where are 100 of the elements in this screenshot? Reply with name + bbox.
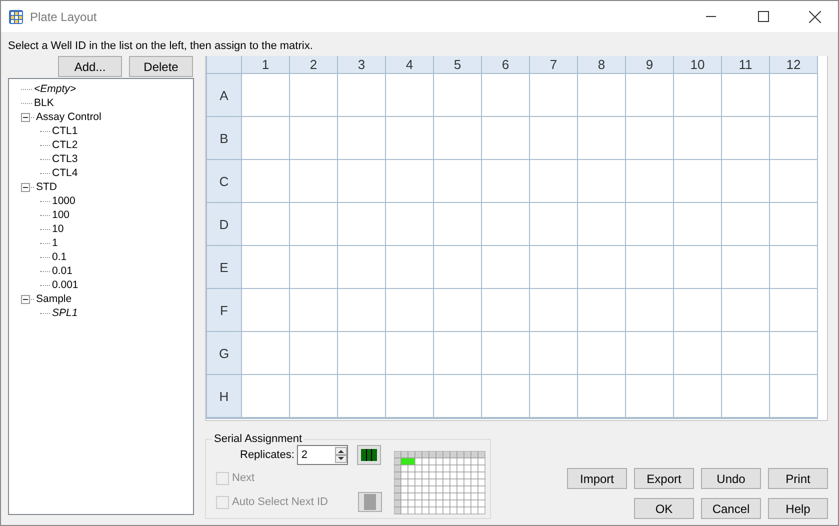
tree-item[interactable]: 0.01: [52, 265, 72, 277]
well[interactable]: [242, 160, 290, 203]
well[interactable]: [242, 246, 290, 289]
tree-item[interactable]: STD: [36, 181, 57, 193]
well[interactable]: [482, 289, 530, 332]
well[interactable]: [482, 117, 530, 160]
well[interactable]: [722, 160, 770, 203]
well[interactable]: [386, 332, 434, 375]
action-button[interactable]: Print: [768, 468, 828, 489]
well[interactable]: [242, 332, 290, 375]
row-header[interactable]: D: [207, 203, 242, 246]
column-header[interactable]: 8: [578, 56, 626, 74]
column-header[interactable]: 5: [434, 56, 482, 74]
well[interactable]: [578, 203, 626, 246]
well[interactable]: [530, 246, 578, 289]
collapse-icon[interactable]: [21, 112, 30, 122]
column-header[interactable]: 12: [770, 56, 818, 74]
well[interactable]: [482, 74, 530, 117]
well[interactable]: [530, 117, 578, 160]
well[interactable]: [290, 332, 338, 375]
well[interactable]: [434, 74, 482, 117]
well[interactable]: [626, 375, 674, 418]
row-header[interactable]: E: [207, 246, 242, 289]
columns-fill-button[interactable]: [357, 445, 382, 465]
column-header[interactable]: 2: [290, 56, 338, 74]
well[interactable]: [434, 117, 482, 160]
tree-item[interactable]: 100: [52, 209, 70, 221]
well[interactable]: [674, 332, 722, 375]
well[interactable]: [482, 160, 530, 203]
well[interactable]: [530, 289, 578, 332]
well[interactable]: [386, 375, 434, 418]
add-button[interactable]: Add...: [58, 56, 122, 77]
well[interactable]: [386, 203, 434, 246]
column-header[interactable]: 11: [722, 56, 770, 74]
tree-item[interactable]: Sample: [36, 293, 72, 305]
well[interactable]: [338, 203, 386, 246]
well[interactable]: [434, 160, 482, 203]
action-button[interactable]: Export: [634, 468, 694, 489]
tree-item[interactable]: SPL1: [52, 307, 78, 319]
well[interactable]: [386, 117, 434, 160]
well[interactable]: [290, 160, 338, 203]
tree-item[interactable]: Assay Control: [36, 111, 102, 123]
well[interactable]: [674, 117, 722, 160]
well[interactable]: [674, 375, 722, 418]
tree-item[interactable]: CTL1: [52, 125, 78, 137]
well[interactable]: [530, 203, 578, 246]
well[interactable]: [626, 203, 674, 246]
well[interactable]: [626, 117, 674, 160]
column-header[interactable]: 9: [626, 56, 674, 74]
well[interactable]: [674, 203, 722, 246]
well[interactable]: [722, 74, 770, 117]
well[interactable]: [386, 160, 434, 203]
collapse-icon[interactable]: [21, 294, 30, 304]
tree-item[interactable]: 0.1: [52, 251, 67, 263]
column-header[interactable]: 4: [386, 56, 434, 74]
well[interactable]: [290, 203, 338, 246]
well[interactable]: [578, 289, 626, 332]
well[interactable]: [434, 246, 482, 289]
well[interactable]: [530, 160, 578, 203]
well[interactable]: [674, 289, 722, 332]
dialog-button[interactable]: Help: [768, 498, 828, 519]
well[interactable]: [578, 246, 626, 289]
tree-item[interactable]: 0.001: [52, 279, 78, 291]
well[interactable]: [530, 74, 578, 117]
well[interactable]: [722, 203, 770, 246]
well[interactable]: [242, 74, 290, 117]
action-button[interactable]: Undo: [701, 468, 761, 489]
dialog-button[interactable]: OK: [634, 498, 694, 519]
well[interactable]: [578, 375, 626, 418]
well[interactable]: [722, 117, 770, 160]
tree-item[interactable]: BLK: [34, 97, 54, 109]
well[interactable]: [482, 246, 530, 289]
well[interactable]: [482, 203, 530, 246]
dialog-button[interactable]: Cancel: [701, 498, 761, 519]
well[interactable]: [242, 117, 290, 160]
well[interactable]: [434, 332, 482, 375]
column-header[interactable]: 7: [530, 56, 578, 74]
tree-item[interactable]: 1: [52, 237, 58, 249]
tree-item[interactable]: CTL4: [52, 167, 78, 179]
well[interactable]: [626, 289, 674, 332]
tree-item[interactable]: 1000: [52, 195, 76, 207]
well[interactable]: [242, 203, 290, 246]
well[interactable]: [338, 375, 386, 418]
spinner-arrows-icon[interactable]: [335, 447, 348, 463]
well[interactable]: [722, 375, 770, 418]
tree-item[interactable]: CTL3: [52, 153, 78, 165]
well[interactable]: [578, 160, 626, 203]
well[interactable]: [290, 74, 338, 117]
well[interactable]: [290, 289, 338, 332]
well[interactable]: [722, 289, 770, 332]
well[interactable]: [626, 332, 674, 375]
column-header[interactable]: 1: [242, 56, 290, 74]
row-header[interactable]: A: [207, 74, 242, 117]
well[interactable]: [434, 289, 482, 332]
well[interactable]: [578, 74, 626, 117]
well[interactable]: [626, 74, 674, 117]
well[interactable]: [578, 332, 626, 375]
column-header[interactable]: 3: [338, 56, 386, 74]
well[interactable]: [482, 332, 530, 375]
well[interactable]: [338, 160, 386, 203]
